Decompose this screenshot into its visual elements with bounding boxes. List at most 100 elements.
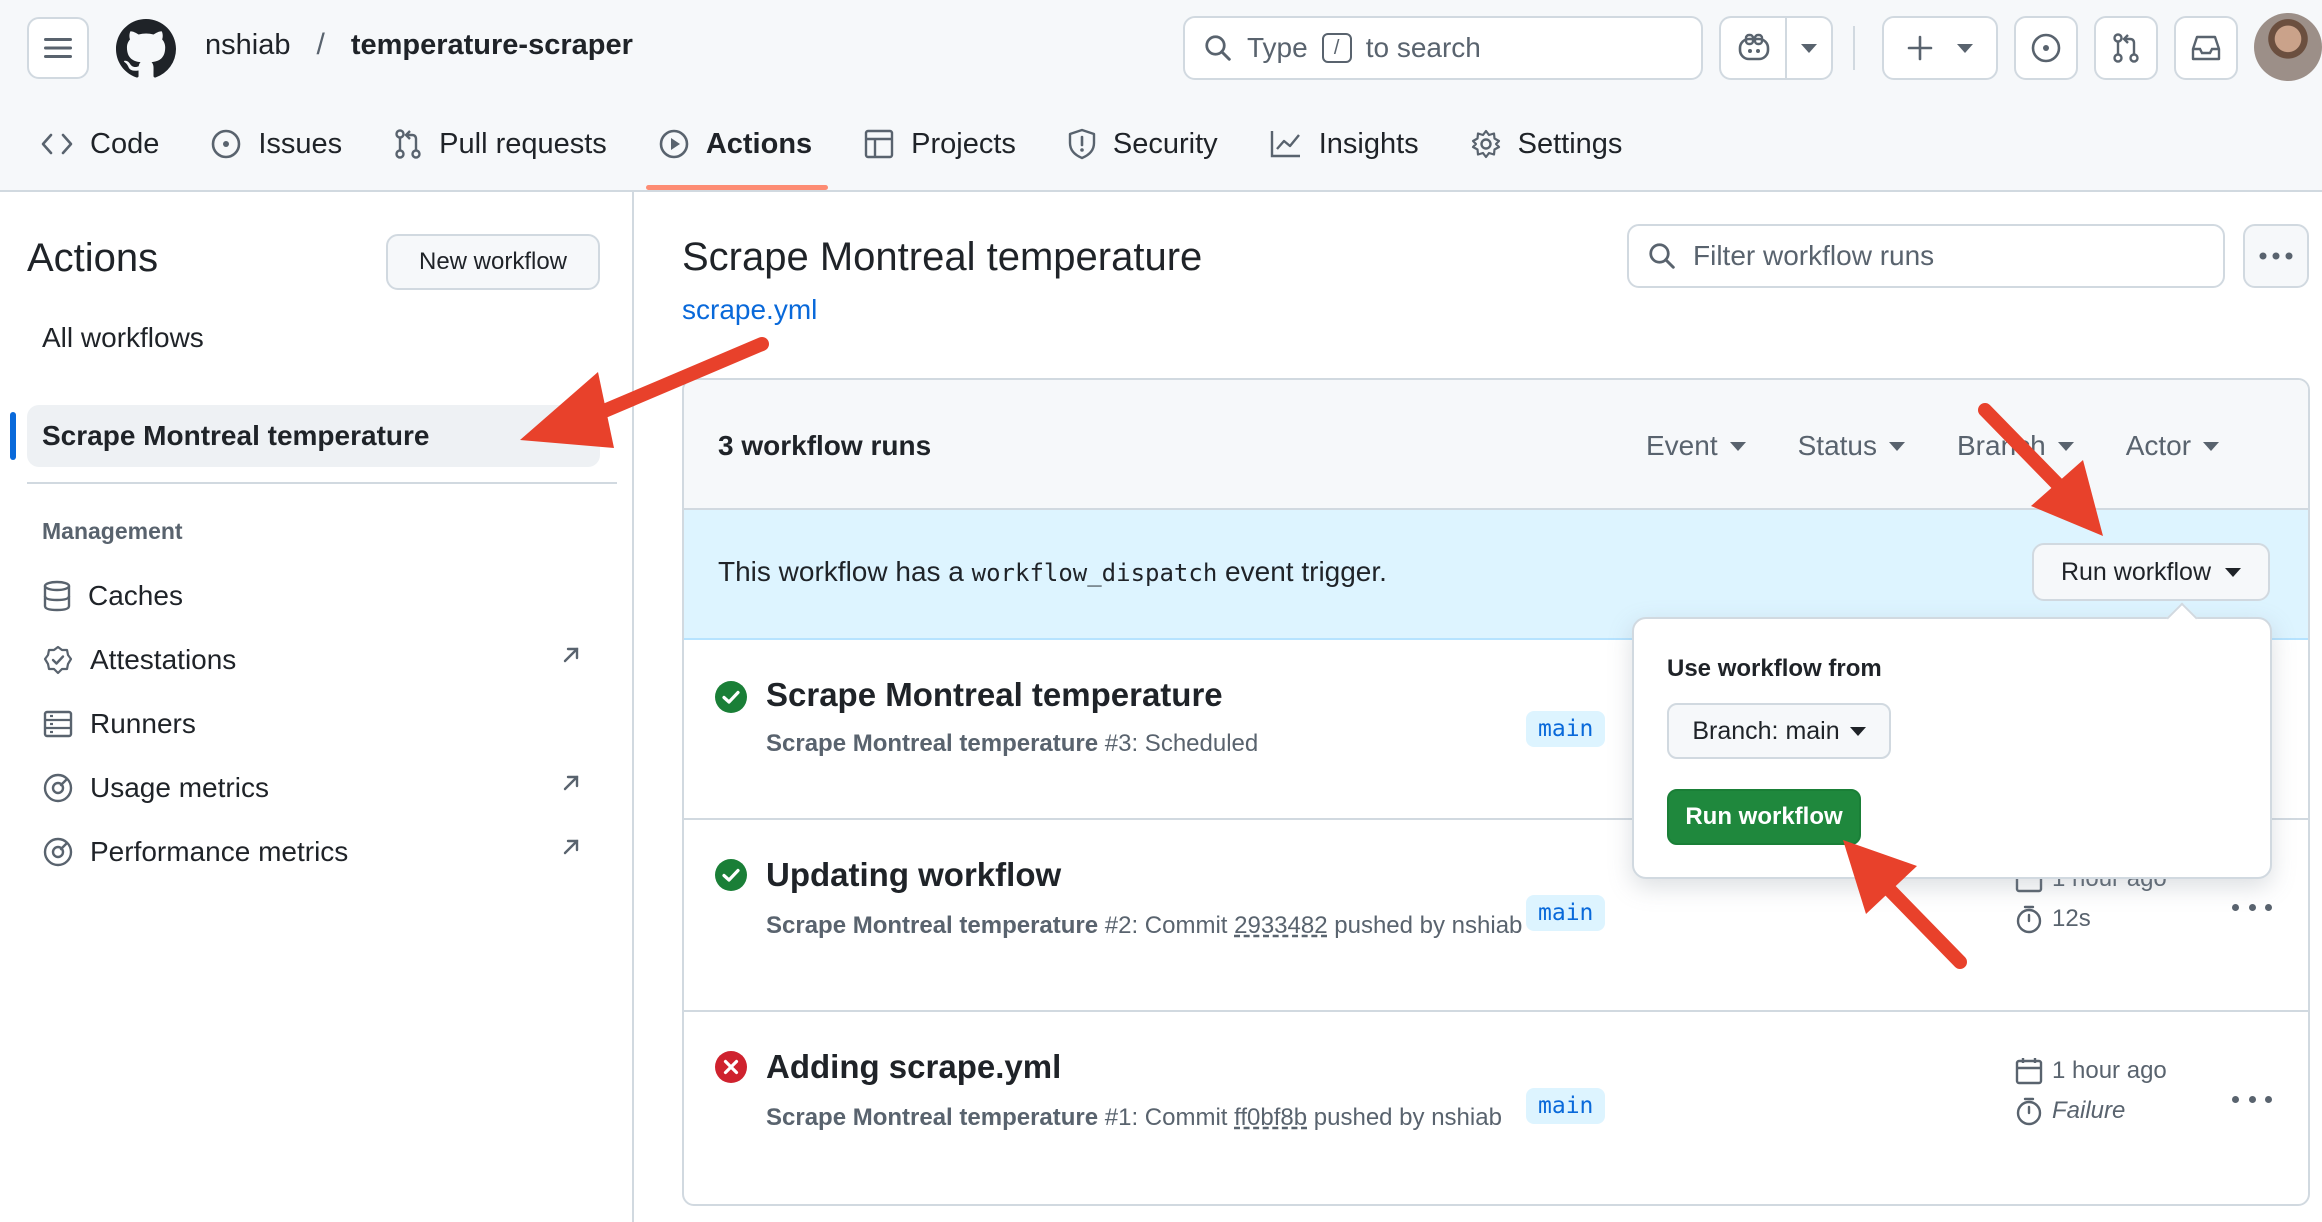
meter-icon <box>43 773 73 803</box>
run-title[interactable]: Updating workflow <box>766 856 1061 894</box>
search-prefix: Type <box>1247 32 1308 63</box>
run-meta: 1 hour ago Failure <box>2014 1056 2167 1126</box>
branch-badge[interactable]: main <box>1526 1088 1606 1124</box>
kebab-dot <box>2248 1095 2256 1103</box>
run-workflow-submit-button[interactable]: Run workflow <box>1667 789 1861 845</box>
calendar-icon <box>2015 1058 2043 1085</box>
sidebar-item-label: Attestations <box>90 644 237 675</box>
run-detail: #2: Commit <box>1098 912 1235 939</box>
sidebar-item-label: Usage metrics <box>90 772 269 803</box>
issues-shortcut-button[interactable] <box>2014 16 2078 80</box>
sidebar-item-runners[interactable]: Runners <box>42 704 582 744</box>
repo-name-link[interactable]: temperature-scraper <box>351 29 633 62</box>
sidebar-item-label: Performance metrics <box>90 836 349 867</box>
repo-nav: Code Issues Pull requests Actions Projec… <box>40 118 1673 170</box>
global-header: nshiab / temperature-scraper Type / to s… <box>0 0 2322 192</box>
workflow-run-row[interactable]: Adding scrape.yml Scrape Montreal temper… <box>684 1012 2308 1204</box>
sidebar-item-performance-metrics[interactable]: Performance metrics <box>42 832 582 872</box>
filter-runs-input[interactable]: Filter workflow runs <box>1627 224 2225 288</box>
tab-code[interactable]: Code <box>40 118 184 170</box>
sidebar-item-attestations[interactable]: Attestations <box>42 640 582 680</box>
tab-security[interactable]: Security <box>1067 118 1243 170</box>
run-more-button[interactable] <box>2232 892 2272 922</box>
run-subtitle: Scrape Montreal temperature #3: Schedule… <box>766 726 1526 762</box>
kebab-dot <box>2232 1095 2239 1103</box>
run-count: 3 workflow runs <box>718 430 932 461</box>
sidebar-item-caches[interactable]: Caches <box>42 576 582 616</box>
repo-owner-link[interactable]: nshiab <box>205 29 290 62</box>
tab-actions-label: Actions <box>705 127 813 160</box>
chevron-down-icon <box>2225 567 2242 577</box>
tab-security-label: Security <box>1112 127 1218 160</box>
server-icon <box>43 710 73 738</box>
tab-actions[interactable]: Actions <box>658 118 837 170</box>
tab-insights[interactable]: Insights <box>1269 118 1444 170</box>
branch-badge[interactable]: main <box>1526 895 1606 931</box>
global-search-input[interactable]: Type / to search <box>1183 16 1703 80</box>
database-icon <box>43 580 71 612</box>
tab-settings-label: Settings <box>1517 127 1623 160</box>
sidebar-item-active-workflow[interactable]: Scrape Montreal temperature <box>27 405 600 467</box>
branch-select-button[interactable]: Branch: main <box>1667 703 1891 759</box>
run-detail: pushed by nshiab <box>1327 912 1523 939</box>
run-detail: pushed by nshiab <box>1307 1104 1502 1131</box>
filter-event[interactable]: Event <box>1646 430 1746 462</box>
tab-pull-requests-label: Pull requests <box>439 127 607 160</box>
github-logo-icon[interactable] <box>116 19 176 79</box>
tab-projects-label: Projects <box>911 127 1016 160</box>
tab-insights-label: Insights <box>1318 127 1419 160</box>
run-workflow-name: Scrape Montreal temperature <box>766 912 1099 939</box>
branch-select-label: Branch: main <box>1692 716 1840 745</box>
filter-branch[interactable]: Branch <box>1957 430 2074 462</box>
menu-button[interactable] <box>27 17 89 79</box>
tab-pull-requests[interactable]: Pull requests <box>393 118 632 170</box>
more-options-button[interactable] <box>2243 224 2309 288</box>
search-suffix: to search <box>1365 32 1481 63</box>
plus-icon <box>1907 35 1933 61</box>
sidebar-item-label: Runners <box>90 708 196 739</box>
commit-link[interactable]: ff0bf8b <box>1234 1104 1307 1131</box>
check-circle-icon <box>715 681 747 713</box>
workflow-file-link[interactable]: scrape.yml <box>682 294 817 326</box>
chevron-down-icon <box>2203 441 2220 451</box>
run-more-button[interactable] <box>2232 1084 2272 1114</box>
sidebar-item-usage-metrics[interactable]: Usage metrics <box>42 768 582 808</box>
filter-status[interactable]: Status <box>1798 430 1905 462</box>
active-indicator <box>10 412 16 460</box>
inbox-icon <box>2191 35 2221 61</box>
run-title[interactable]: Scrape Montreal temperature <box>766 676 1223 714</box>
play-icon <box>659 129 689 159</box>
tab-issues[interactable]: Issues <box>210 118 367 170</box>
run-workflow-label: Run workflow <box>2060 557 2212 586</box>
tab-settings[interactable]: Settings <box>1470 118 1648 170</box>
kebab-dot <box>2265 1095 2272 1103</box>
code-icon <box>41 133 73 155</box>
filter-placeholder: Filter workflow runs <box>1693 240 1935 271</box>
sidebar-item-label: Caches <box>88 580 183 611</box>
pull-requests-shortcut-button[interactable] <box>2094 16 2158 80</box>
inbox-button[interactable] <box>2174 16 2238 80</box>
create-new-button[interactable] <box>1882 16 1998 80</box>
run-title[interactable]: Adding scrape.yml <box>766 1048 1061 1086</box>
run-workflow-popover: Use workflow from Branch: main Run workf… <box>1632 602 2272 879</box>
filter-actor[interactable]: Actor <box>2126 430 2220 462</box>
run-time: 1 hour ago <box>2014 1056 2167 1086</box>
run-workflow-name: Scrape Montreal temperature <box>766 1104 1099 1131</box>
sidebar-item-all-workflows[interactable]: All workflows <box>42 322 204 354</box>
copilot-menu-button[interactable] <box>1785 16 1833 80</box>
new-workflow-button[interactable]: New workflow <box>386 234 600 290</box>
branch-badge[interactable]: main <box>1526 711 1606 747</box>
user-avatar[interactable] <box>2254 13 2322 81</box>
chevron-down-icon <box>1889 441 1905 451</box>
dispatch-message: This workflow has a workflow_dispatch ev… <box>718 556 1387 588</box>
page-title: Scrape Montreal temperature <box>682 235 1203 279</box>
copilot-button[interactable] <box>1719 16 1787 80</box>
run-detail: #1: Commit <box>1098 1104 1235 1131</box>
chevron-down-icon <box>1801 43 1817 53</box>
commit-link[interactable]: 2933482 <box>1234 912 1327 939</box>
external-link-icon <box>563 775 579 791</box>
tab-projects[interactable]: Projects <box>863 118 1041 170</box>
run-workflow-dropdown-button[interactable]: Run workflow <box>2032 543 2270 601</box>
management-heading: Management <box>42 518 183 544</box>
kebab-dot <box>2248 903 2256 911</box>
